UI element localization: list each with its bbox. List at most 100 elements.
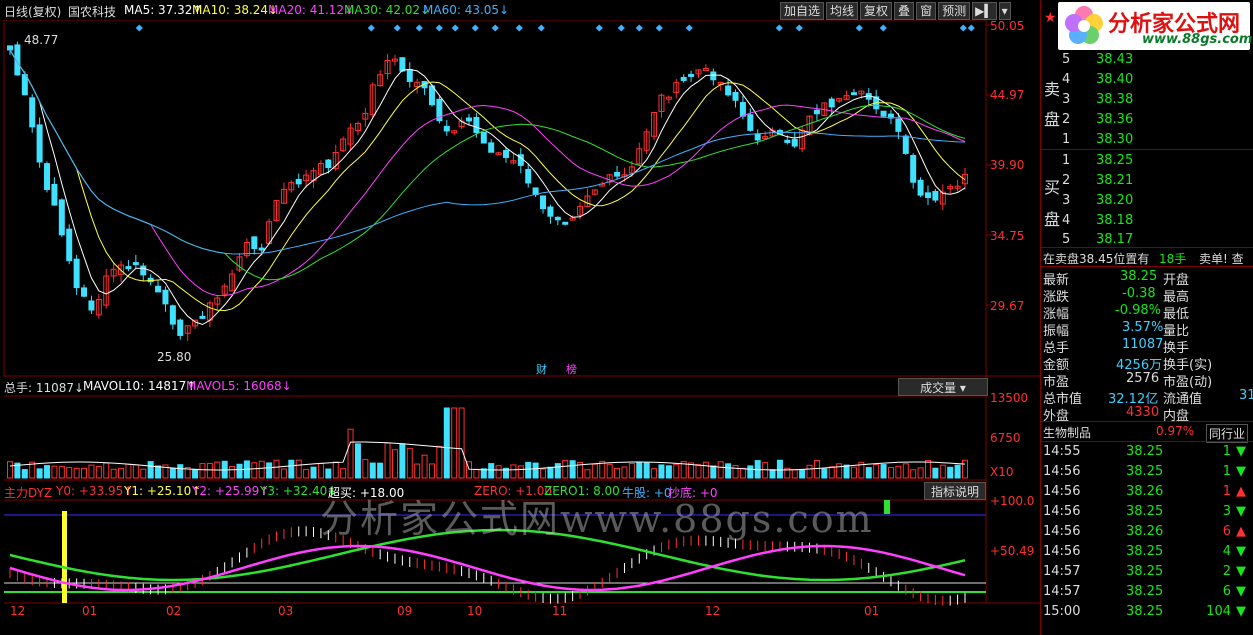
forecast-button[interactable]: 预测 [938,2,971,20]
candle-body [910,155,917,183]
export-icon[interactable]: ▶▍ [972,2,997,20]
sell-row[interactable]: 5 38.43 [1040,50,1253,70]
candle-body [850,92,857,96]
buy-row[interactable]: 3 38.20 [1040,191,1253,211]
volume-bar [776,459,783,479]
order-notice[interactable]: 在卖盘38.45位置有 18手 卖单! 查 [1040,248,1253,268]
x-axis-tick: 01 [864,604,880,618]
volume-bar [547,466,554,479]
volume-bar [155,465,162,479]
volume-bar [310,466,317,479]
volume-bar [591,463,598,479]
buy-row[interactable]: 1 38.25 [1040,151,1253,171]
candle-body [784,139,791,143]
sell-marker-icon: ★ [1044,10,1057,26]
event-badge-list[interactable]: 榜 [566,361,577,377]
event-marker-icon [135,24,143,32]
mavol10-value: MAVOL10: 14817↑ [83,379,197,393]
adjust-button[interactable]: 复权 [860,2,893,20]
sector-row[interactable]: 生物制品 0.97% 同行业 [1040,422,1253,443]
candle-body [554,216,561,221]
volume-bar [199,463,206,479]
sell-row[interactable]: 4 38.40 [1040,70,1253,90]
arrow-down-icon: ▼ [1236,544,1246,559]
indicator-select[interactable]: 成交量 ▾ [898,378,988,396]
volume-bar [651,468,658,479]
chart-toolbar: 加自选 均线 复权 叠 窗 预测 ▶▍ ▾ [780,2,1011,20]
tick-price: 38.25 [1126,464,1164,479]
candle-body [503,149,510,158]
chevron-down-icon[interactable]: ▾ [998,2,1011,20]
volume-bar [280,468,287,479]
tick-row: 14:56 38.25 4 ▼ [1040,542,1253,562]
volume-bar [125,463,132,479]
volume-bar [954,464,961,479]
event-marker-icon [393,24,401,32]
event-marker-icon [879,24,887,32]
window-button[interactable]: 窗 [916,2,937,20]
volume-bar [362,458,369,479]
volume-bar [421,454,428,479]
event-marker-icon [471,24,479,32]
arrow-up-icon: ▲ [1236,524,1246,539]
candle-body [547,206,554,217]
candle-body [140,265,147,276]
sell-row[interactable]: 3 38.38 [1040,90,1253,110]
candle-body [895,118,902,132]
candle-body [132,262,139,266]
candle-body [7,45,13,51]
low-price-mark: 25.80 [157,350,192,364]
volume-bar [739,467,746,479]
ma20-line [9,49,966,297]
volume-bar [880,464,887,479]
event-badge-finance[interactable]: 财 [536,361,547,377]
indicator-select-value: 成交量 [920,381,957,395]
overlay-button[interactable]: 叠 [894,2,915,20]
period-label[interactable]: 日线(复权) [4,3,61,20]
x-axis-tick: 03 [278,604,294,618]
volume-bar [932,467,939,479]
volume-bar [236,463,243,479]
candle-body [562,221,569,225]
event-marker-icon [685,24,693,32]
volume-bar [73,467,80,479]
buy-row[interactable]: 4 38.18 [1040,211,1253,231]
sell-row[interactable]: 2 38.36 [1040,110,1253,130]
volume-bar [828,466,835,479]
arrow-down-icon: ▼ [1236,464,1246,479]
event-marker-icon [537,24,545,32]
event-marker-icon [367,24,375,32]
x-axis-tick: 10 [467,604,483,618]
add-watchlist-button[interactable]: 加自选 [780,2,825,20]
price-tick: 39.90 [990,158,1025,172]
tick-price: 38.25 [1126,504,1164,519]
volume-bar [406,447,413,479]
candle-body [199,315,206,319]
candle-body [125,266,132,270]
ma-button[interactable]: 均线 [826,2,859,20]
sell-row[interactable]: 1 38.30 [1040,130,1253,150]
volume-bar [658,464,665,479]
candle-body [525,169,532,184]
volume-bar [399,443,406,479]
event-marker-icon [967,24,975,32]
volume-bar [917,467,924,479]
volume-bar [910,469,917,479]
ma30-line [9,49,966,281]
volume-bar [325,468,332,479]
volume-bar [51,465,58,479]
event-marker-icon [595,24,603,32]
candle-body [702,68,709,72]
tick-qty: 104 [1206,604,1231,619]
volume-bar [7,461,13,479]
volume-bar [377,462,384,479]
volume-bar [273,459,280,479]
indicator-help-button[interactable]: 指标说明 [924,482,986,500]
indicator-tick: +100.0 [990,494,1035,508]
volume-bar [747,465,754,479]
tick-row: 14:56 38.26 1 ▲ [1040,482,1253,502]
volume-bar [110,468,117,479]
buy-row[interactable]: 2 38.21 [1040,171,1253,191]
candle-body [66,228,73,262]
candle-body [924,192,931,199]
